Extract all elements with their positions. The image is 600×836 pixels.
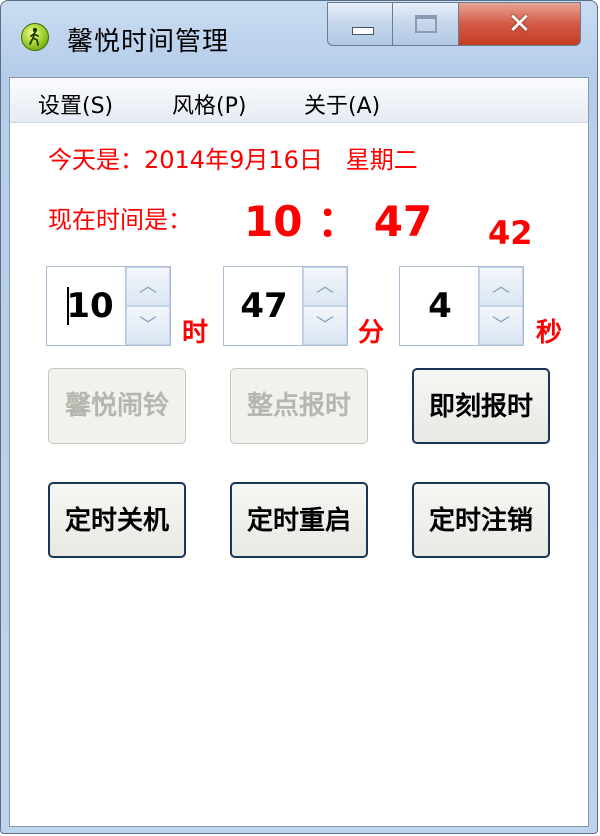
minute-spinner[interactable]: 47 ︿ ﹀: [223, 266, 348, 346]
hour-unit-label: 时: [182, 318, 209, 348]
window-title: 馨悦时间管理: [67, 27, 230, 57]
minute-unit-label: 分: [358, 318, 385, 348]
title-bar[interactable]: 馨悦时间管理 ✕: [1, 1, 597, 77]
close-icon: ✕: [507, 7, 532, 40]
client-area: 设置(S) 风格(P) 关于(A) 今天是：2014年9月16日 星期二 现在时…: [9, 77, 589, 827]
time-display: 10 ： 47: [244, 197, 433, 246]
second-unit-label: 秒: [536, 318, 563, 348]
maximize-icon: [415, 15, 437, 33]
walking-person-icon: [21, 23, 49, 51]
alarm-button[interactable]: 馨悦闹铃: [48, 368, 186, 444]
menu-style[interactable]: 风格(P): [172, 88, 246, 120]
hour-value[interactable]: 10: [47, 267, 127, 345]
scheduled-shutdown-button[interactable]: 定时关机: [48, 482, 186, 558]
menu-settings[interactable]: 设置(S): [38, 88, 113, 120]
second-spinner[interactable]: 4 ︿ ﹀: [399, 266, 524, 346]
second-spinner-buttons: ︿ ﹀: [478, 267, 523, 345]
minute-value[interactable]: 47: [224, 267, 304, 345]
seconds-display: 42: [488, 214, 533, 252]
text-caret: [67, 287, 69, 325]
chevron-up-icon[interactable]: ︿: [303, 267, 347, 306]
chevron-up-icon[interactable]: ︿: [479, 267, 523, 306]
second-value[interactable]: 4: [400, 267, 480, 345]
scheduled-logoff-button[interactable]: 定时注销: [412, 482, 550, 558]
chevron-down-icon[interactable]: ﹀: [126, 306, 170, 345]
chevron-down-icon[interactable]: ﹀: [479, 306, 523, 345]
app-window: 馨悦时间管理 ✕ 设置(S) 风格(P) 关于(A) 今天是：2014年9月16…: [0, 0, 598, 834]
maximize-button[interactable]: [393, 2, 459, 46]
close-button[interactable]: ✕: [459, 2, 581, 46]
menu-bar: 设置(S) 风格(P) 关于(A): [10, 78, 588, 123]
minute-spinner-buttons: ︿ ﹀: [302, 267, 347, 345]
time-label: 现在时间是：: [48, 206, 192, 234]
announce-now-button[interactable]: 即刻报时: [412, 368, 550, 444]
minimize-button[interactable]: [327, 2, 393, 46]
chevron-up-icon[interactable]: ︿: [126, 267, 170, 306]
menu-about[interactable]: 关于(A): [304, 88, 380, 120]
chevron-down-icon[interactable]: ﹀: [303, 306, 347, 345]
hourly-chime-button[interactable]: 整点报时: [230, 368, 368, 444]
hour-spinner[interactable]: 10 ︿ ﹀: [46, 266, 171, 346]
hour-spinner-buttons: ︿ ﹀: [125, 267, 170, 345]
date-display: 今天是：2014年9月16日 星期二: [48, 146, 418, 174]
minimize-icon: [352, 27, 374, 35]
scheduled-restart-button[interactable]: 定时重启: [230, 482, 368, 558]
